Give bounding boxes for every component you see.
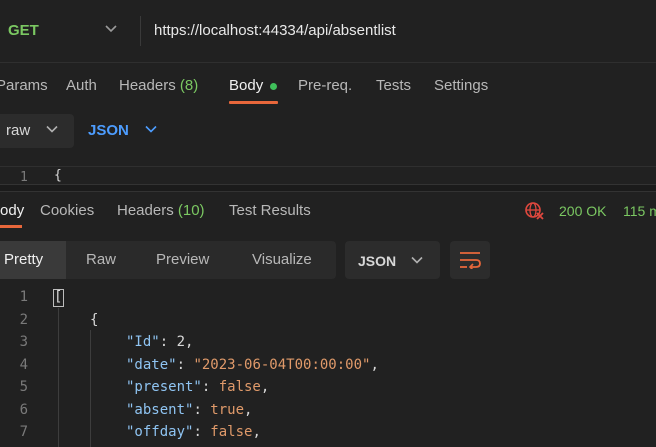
code-line: "absent": true, bbox=[126, 402, 252, 418]
code-token: { bbox=[90, 311, 99, 328]
line-number: 5 bbox=[19, 379, 28, 395]
tab-count: (8) bbox=[179, 77, 199, 94]
chevron-down-icon[interactable] bbox=[104, 24, 118, 34]
tab-label: Body bbox=[229, 77, 264, 94]
line-number: 3 bbox=[19, 334, 28, 350]
tab-label: Cookies bbox=[40, 202, 95, 219]
code-line: { bbox=[90, 312, 98, 328]
code-token: "present" bbox=[126, 379, 202, 395]
view-raw-button[interactable]: Raw bbox=[86, 251, 116, 268]
code-token: "Id" bbox=[126, 334, 160, 350]
code-token: , bbox=[244, 401, 253, 418]
url-divider bbox=[140, 16, 141, 46]
indent-guide bbox=[58, 308, 59, 447]
tab-label: Tests bbox=[376, 77, 412, 94]
tab-params[interactable]: Params bbox=[0, 77, 48, 94]
pane-resize-handle[interactable] bbox=[0, 184, 656, 192]
network-globe-icon[interactable] bbox=[524, 200, 544, 220]
tab-label: Headers bbox=[119, 77, 176, 94]
tab-auth[interactable]: Auth bbox=[66, 77, 97, 94]
tab-pre-request[interactable]: Pre-req. bbox=[298, 77, 352, 94]
code-line: "present": false, bbox=[126, 379, 269, 395]
line-number: 7 bbox=[19, 424, 28, 440]
code-token: : bbox=[159, 334, 177, 350]
code-token: , bbox=[185, 334, 194, 350]
code-line: "date": "2023-06-04T00:00:00", bbox=[126, 357, 379, 373]
code-token: : bbox=[193, 401, 211, 418]
code-line: [ bbox=[54, 289, 62, 305]
response-tab-cookies[interactable]: Cookies bbox=[40, 202, 94, 219]
code-text: { bbox=[54, 168, 62, 183]
code-token: "2023-06-04T00:00:00" bbox=[193, 356, 371, 373]
tab-headers[interactable]: Headers (8) bbox=[119, 77, 198, 94]
code-token: "date" bbox=[126, 356, 177, 373]
line-number: 1 bbox=[20, 170, 28, 185]
response-language-label: JSON bbox=[358, 253, 397, 269]
modified-dot-icon bbox=[270, 83, 277, 90]
line-number: 2 bbox=[19, 311, 28, 328]
code-token: true bbox=[210, 401, 245, 418]
response-tab-test-results[interactable]: Test Results bbox=[229, 202, 311, 219]
code-token: : bbox=[193, 424, 211, 440]
tab-label: Pre-req. bbox=[298, 77, 353, 94]
code-token: : bbox=[176, 356, 194, 373]
tab-count: (10) bbox=[177, 202, 205, 219]
tab-label: Params bbox=[0, 77, 48, 94]
active-tab-indicator bbox=[0, 225, 22, 228]
tab-label: Test Results bbox=[229, 202, 311, 219]
url-input[interactable] bbox=[154, 22, 644, 39]
code-token: "absent" bbox=[126, 401, 194, 418]
code-token: , bbox=[260, 379, 270, 395]
view-preview-button[interactable]: Preview bbox=[156, 251, 209, 268]
tab-settings[interactable]: Settings bbox=[434, 77, 488, 94]
tab-body[interactable]: Body bbox=[229, 77, 263, 94]
view-visualize-button[interactable]: Visualize bbox=[252, 251, 312, 268]
code-token: , bbox=[370, 356, 379, 373]
code-token: : bbox=[201, 379, 219, 395]
code-token: false bbox=[218, 379, 261, 395]
body-type-select[interactable]: JSON bbox=[88, 122, 129, 139]
response-tab-body[interactable]: Body bbox=[0, 202, 24, 219]
code-line: "offday": false, bbox=[126, 424, 261, 440]
code-token: [ bbox=[54, 289, 63, 305]
response-tab-headers[interactable]: Headers (10) bbox=[117, 202, 205, 219]
tab-label: Body bbox=[0, 202, 25, 219]
view-pretty-label: Pretty bbox=[4, 251, 44, 268]
code-line: "Id": 2, bbox=[126, 334, 193, 350]
indent-guide bbox=[90, 330, 91, 447]
method-label: GET bbox=[8, 22, 39, 39]
status-code[interactable]: 200 OK bbox=[559, 203, 606, 219]
code-token: false bbox=[210, 424, 253, 440]
code-token: 2 bbox=[176, 334, 186, 350]
response-time[interactable]: 115 m bbox=[623, 203, 656, 219]
line-number: 4 bbox=[19, 356, 28, 373]
request-body-editor[interactable] bbox=[0, 166, 656, 185]
chevron-down-icon[interactable] bbox=[46, 125, 58, 133]
chevron-down-icon[interactable] bbox=[145, 125, 157, 133]
line-number: 6 bbox=[19, 401, 28, 418]
line-number: 1 bbox=[19, 289, 28, 305]
tab-label: Settings bbox=[434, 77, 489, 94]
tab-label: Auth bbox=[66, 77, 97, 94]
active-tab-indicator bbox=[229, 101, 278, 104]
code-token: , bbox=[252, 424, 261, 440]
tab-label: Headers bbox=[117, 202, 174, 219]
code-token: "offday" bbox=[126, 424, 194, 440]
tab-tests[interactable]: Tests bbox=[376, 77, 411, 94]
body-mode-label: raw bbox=[6, 122, 31, 139]
wrap-lines-icon bbox=[460, 252, 481, 269]
chevron-down-icon[interactable] bbox=[411, 256, 423, 264]
